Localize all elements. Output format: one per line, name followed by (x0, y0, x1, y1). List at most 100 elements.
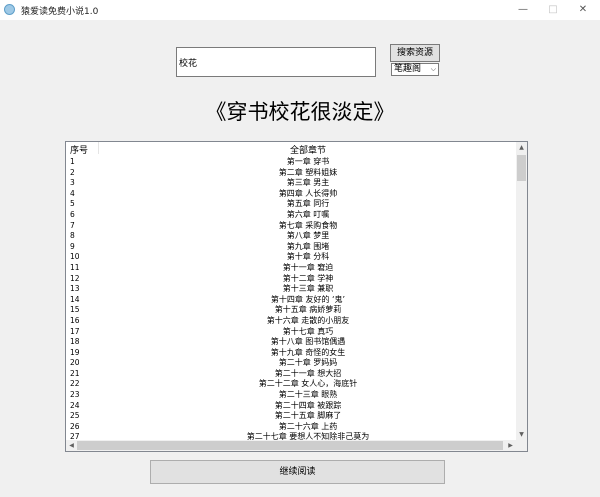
chapter-title: 第九章 围堵 (286, 241, 330, 251)
maximize-button[interactable]: □ (538, 0, 568, 20)
horizontal-scroll-thumb[interactable] (77, 441, 503, 450)
chapter-title: 第十二章 学神 (282, 273, 334, 283)
chapter-title: 第十三章 兼职 (282, 284, 334, 294)
scroll-right-icon[interactable]: ▶ (505, 440, 516, 451)
scrollbar-corner (516, 440, 527, 451)
chapter-title: 第三章 男主 (286, 178, 330, 188)
row-number: 10 (70, 252, 80, 262)
list-item[interactable]: 15 第十五章 病娇萝莉 (66, 305, 517, 316)
list-item[interactable]: 13 第十三章 兼职 (66, 284, 517, 295)
row-number: 6 (70, 209, 75, 219)
list-item[interactable]: 22 第二十二章 女人心，海底针 (66, 379, 517, 390)
chapter-title: 第六章 叮嘱 (286, 209, 330, 219)
chapter-title: 第八章 梦里 (286, 231, 330, 241)
chapter-title: 第十章 分科 (286, 252, 330, 262)
chapter-title: 第十七章 真巧 (282, 326, 334, 336)
list-item[interactable]: 14 第十四章 友好的 ‘鬼’ (66, 295, 517, 306)
row-number: 20 (70, 358, 80, 368)
list-item[interactable]: 17 第十七章 真巧 (66, 327, 517, 338)
row-number: 11 (70, 262, 80, 272)
scroll-up-icon[interactable]: ▲ (516, 142, 527, 153)
row-number: 23 (70, 390, 80, 400)
column-header-chapters[interactable]: 全部章节 (99, 143, 517, 156)
chapter-title: 第一章 穿书 (286, 157, 330, 166)
list-item[interactable]: 6 第六章 叮嘱 (66, 210, 517, 221)
chapter-title: 第五章 同行 (286, 199, 330, 209)
row-number: 9 (70, 241, 75, 251)
list-item[interactable]: 9 第九章 围堵 (66, 242, 517, 253)
row-number: 17 (70, 326, 80, 336)
list-item[interactable]: 10 第十章 分科 (66, 252, 517, 263)
list-item[interactable]: 19 第十九章 奇怪的女生 (66, 348, 517, 359)
chapter-title: 第二十章 罗妈妈 (278, 358, 338, 368)
row-number: 21 (70, 368, 80, 378)
row-number: 14 (70, 294, 80, 304)
row-number: 5 (70, 199, 75, 209)
chapter-title: 第二十一章 想大招 (274, 368, 342, 378)
continue-reading-button[interactable]: 继续阅读 (150, 460, 445, 484)
list-item[interactable]: 25 第二十五章 脚麻了 (66, 411, 517, 422)
search-input[interactable] (176, 47, 376, 77)
list-item[interactable]: 16 第十六章 走散的小朋友 (66, 316, 517, 327)
row-number: 15 (70, 305, 80, 315)
list-item[interactable]: 7 第七章 采购食物 (66, 221, 517, 232)
row-number: 18 (70, 337, 80, 347)
chapter-title: 第十九章 奇怪的女生 (270, 347, 346, 357)
search-button[interactable]: 搜索资源 (390, 44, 440, 62)
chevron-down-icon: ⌵ (430, 65, 436, 73)
chapter-title: 第十八章 图书馆偶遇 (270, 337, 346, 347)
list-item[interactable]: 23 第二十三章 眼熟 (66, 390, 517, 401)
list-item[interactable]: 12 第十二章 学神 (66, 274, 517, 285)
row-number: 16 (70, 315, 80, 325)
chapter-title: 第二十二章 女人心，海底针 (258, 379, 358, 389)
chapter-title: 第十一章 窘迫 (282, 262, 334, 272)
horizontal-scrollbar[interactable]: ◀ ▶ (66, 440, 516, 451)
row-number: 7 (70, 220, 75, 230)
list-item[interactable]: 1 第一章 穿书 (66, 157, 517, 168)
source-select[interactable]: 笔趣阁 ⌵ (391, 63, 439, 76)
list-item[interactable]: 20 第二十章 罗妈妈 (66, 358, 517, 369)
scroll-down-icon[interactable]: ▼ (516, 429, 527, 440)
row-number: 19 (70, 347, 80, 357)
list-item[interactable]: 26 第二十六章 上药 (66, 422, 517, 433)
row-number: 1 (70, 157, 75, 166)
list-rows: 1 第一章 穿书 2 第二章 塑料姐妹 3 第三章 男主 4 第四章 人长得帅 5 第五章 同行 6… (66, 157, 517, 443)
list-item[interactable]: 5 第五章 同行 (66, 199, 517, 210)
chapter-title: 第二章 塑料姐妹 (278, 167, 338, 177)
list-item[interactable]: 8 第八章 梦里 (66, 231, 517, 242)
chapter-title: 第四章 人长得帅 (278, 188, 338, 198)
chapter-title: 第十五章 病娇萝莉 (274, 305, 342, 315)
row-number: 8 (70, 231, 75, 241)
list-item[interactable]: 4 第四章 人长得帅 (66, 189, 517, 200)
vertical-scroll-thumb[interactable] (517, 155, 526, 181)
chapter-title: 第二十六章 上药 (278, 421, 338, 431)
row-number: 25 (70, 411, 80, 421)
chapter-title: 第二十三章 眼熟 (278, 390, 338, 400)
list-item[interactable]: 24 第二十四章 被跟踪 (66, 401, 517, 412)
list-item[interactable]: 3 第三章 男主 (66, 178, 517, 189)
list-item[interactable]: 18 第十八章 图书馆偶遇 (66, 337, 517, 348)
chapter-title: 第七章 采购食物 (278, 220, 338, 230)
source-selected-value: 笔趣阁 (394, 64, 422, 74)
list-item[interactable]: 11 第十一章 窘迫 (66, 263, 517, 274)
row-number: 4 (70, 188, 75, 198)
list-item[interactable]: 2 第二章 塑料姐妹 (66, 168, 517, 179)
scroll-left-icon[interactable]: ◀ (66, 440, 77, 451)
list-header: 序号 全部章节 (66, 142, 517, 156)
window-title: 猿爱读免费小说1.0 (21, 7, 99, 17)
close-button[interactable]: ✕ (568, 0, 598, 20)
column-header-no[interactable]: 序号 (70, 143, 88, 156)
chapter-title: 第二十五章 脚麻了 (274, 411, 342, 421)
chapter-title: 第二十四章 被跟踪 (274, 400, 342, 410)
list-item[interactable]: 21 第二十一章 想大招 (66, 369, 517, 380)
row-number: 12 (70, 273, 80, 283)
app-icon (4, 4, 15, 15)
row-number: 3 (70, 178, 75, 188)
chapter-list[interactable]: 序号 全部章节 1 第一章 穿书 2 第二章 塑料姐妹 3 第三章 男主 4 第四章 人长得帅… (65, 141, 528, 452)
row-number: 24 (70, 400, 80, 410)
title-bar: 猿爱读免费小说1.0 — □ ✕ (0, 0, 600, 21)
row-number: 13 (70, 284, 80, 294)
row-number: 2 (70, 167, 75, 177)
minimize-button[interactable]: — (508, 0, 538, 20)
vertical-scrollbar[interactable]: ▲ ▼ (516, 142, 527, 440)
